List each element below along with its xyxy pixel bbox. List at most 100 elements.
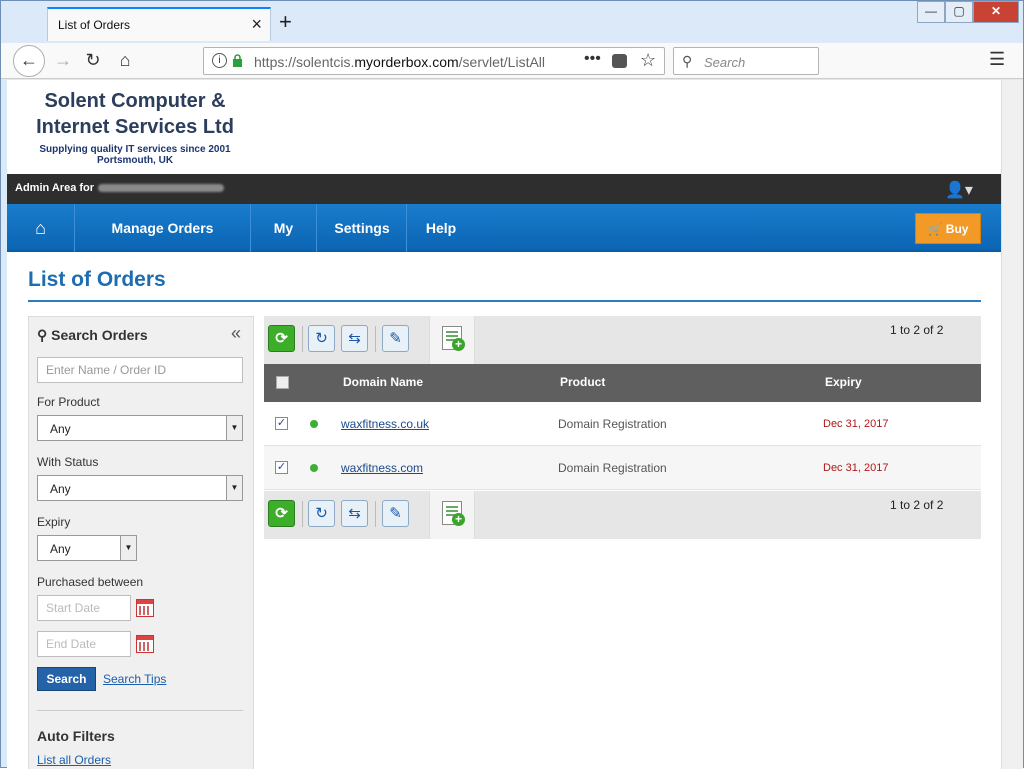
sidebar-divider [37,710,243,711]
edit-list-icon[interactable]: ✎ [382,500,409,527]
nav-manage-orders[interactable]: Manage Orders [75,204,251,252]
page-scrollbar[interactable] [1001,80,1023,769]
status-label: With Status [37,455,99,469]
address-bar[interactable]: i https://solentcis.myorderbox.com/servl… [203,47,665,75]
brand-tagline: Supplying quality IT services since 2001 [39,144,231,155]
status-active-icon [310,420,318,428]
refresh-icon[interactable]: ⟳ [268,500,295,527]
auto-filters-heading: Auto Filters [37,728,115,744]
expiry-cell: Dec 31, 2017 [823,462,889,474]
browser-toolbar: ← → ↻ ⌂ i https://solentcis.myorderbox.c… [1,43,1023,79]
calendar-icon[interactable] [136,599,154,617]
home-icon[interactable]: ⌂ [111,47,139,75]
search-icon: ⚲ [682,53,693,69]
edit-list-icon[interactable]: ✎ [382,325,409,352]
product-cell: Domain Registration [558,417,667,431]
site-info-icon[interactable]: i [212,53,227,68]
tab-strip: List of Orders × + — ▢ ✕ [1,1,1023,43]
brand-name-line2: Internet Services Ltd [36,116,234,138]
new-tab-icon[interactable]: + [279,9,292,35]
toolbar-separator [302,326,303,352]
pagination-info: 1 to 2 of 2 [890,323,944,337]
toolbar-separator [302,501,303,527]
minimize-button[interactable]: — [917,1,945,23]
header-product[interactable]: Product [560,375,605,389]
title-divider [28,300,981,302]
nav-help[interactable]: Help [408,204,474,252]
row-checkbox[interactable]: ✓ [275,461,288,474]
select-all-checkbox[interactable] [276,376,289,389]
status-select[interactable]: Any ▼ [37,475,243,501]
pagination-info: 1 to 2 of 2 [890,498,944,512]
nav-my-billing[interactable]: My Billing [251,204,317,284]
page-content: Solent Computer & Internet Services Ltd … [7,80,1001,769]
row-checkbox[interactable]: ✓ [275,417,288,430]
expiry-select[interactable]: Any ▼ [37,535,137,561]
browser-search-placeholder: Search [704,55,746,70]
forward-arrow-icon[interactable]: → [49,47,77,75]
window-close-button[interactable]: ✕ [973,1,1019,23]
chevron-down-icon: ▼ [120,536,136,560]
maximize-button[interactable]: ▢ [945,1,973,23]
header-domain-name[interactable]: Domain Name [343,375,423,389]
search-orders-heading: ⚲ Search Orders [37,327,148,343]
renew-icon[interactable]: ↻ [308,500,335,527]
status-active-icon [310,464,318,472]
admin-area-label: Admin Area for [15,182,225,194]
renew-icon[interactable]: ↻ [308,325,335,352]
admin-bar: Admin Area for 👤▾ [7,174,1001,204]
list-all-orders-link[interactable]: List all Orders [37,753,111,767]
page-title: List of Orders [28,268,166,291]
transfer-icon[interactable]: ⇆ [341,500,368,527]
expiry-label: Expiry [37,515,71,529]
calendar-icon[interactable] [136,635,154,653]
chevron-down-icon: ▼ [226,416,242,440]
collapse-icon[interactable]: « [231,323,241,344]
browser-window: List of Orders × + — ▢ ✕ ← → ↻ ⌂ i https… [0,0,1024,769]
expiry-cell: Dec 31, 2017 [823,418,889,430]
name-order-id-input[interactable]: Enter Name / Order ID [37,357,243,383]
pocket-icon[interactable] [612,54,627,68]
brand-name-line1: Solent Computer & [44,90,226,112]
toolbar-separator [375,501,376,527]
nav-home-icon[interactable]: ⌂ [7,204,75,252]
page-actions-icon[interactable]: ••• [584,50,601,68]
table-row: ✓ waxfitness.co.uk Domain Registration D… [264,402,981,446]
purchased-between-label: Purchased between [37,575,144,589]
product-label: For Product [37,395,100,409]
table-header: Domain Name Product Expiry [264,364,981,402]
search-button[interactable]: Search [37,667,96,691]
user-menu-icon[interactable]: 👤▾ [945,180,973,200]
browser-search-box[interactable]: ⚲ Search [673,47,819,75]
url-text: https://solentcis.myorderbox.com/servlet… [254,54,546,70]
start-date-input[interactable]: Start Date [37,595,131,621]
refresh-icon[interactable]: ⟳ [268,325,295,352]
product-select[interactable]: Any ▼ [37,415,243,441]
chevron-down-icon: ▼ [226,476,242,500]
domain-link[interactable]: waxfitness.com [341,461,423,475]
nav-settings[interactable]: Settings [318,204,407,252]
transfer-icon[interactable]: ⇆ [341,325,368,352]
add-order-icon[interactable]: + [429,316,475,364]
product-cell: Domain Registration [558,461,667,475]
search-tips-link[interactable]: Search Tips [103,672,166,686]
brand-logo: Solent Computer & Internet Services Ltd … [21,88,249,166]
orders-toolbar-bottom: ⟳ ↻ ⇆ ✎ + 1 to 2 of 2 [264,491,981,539]
hamburger-menu-icon[interactable]: ☰ [989,49,1005,70]
domain-link[interactable]: waxfitness.co.uk [341,417,429,431]
lock-icon [233,54,242,67]
header-expiry[interactable]: Expiry [825,375,862,389]
tab-close-icon[interactable]: × [251,14,262,35]
buy-button[interactable]: 🛒 Buy [915,213,981,244]
orders-toolbar-top: ⟳ ↻ ⇆ ✎ + 1 to 2 of 2 [264,316,981,364]
back-arrow-icon[interactable]: ← [13,45,45,77]
table-row: ✓ waxfitness.com Domain Registration Dec… [264,446,981,490]
add-order-icon[interactable]: + [429,491,475,539]
end-date-input[interactable]: End Date [37,631,131,657]
reload-icon[interactable]: ↻ [79,47,107,75]
toolbar-separator [375,326,376,352]
tab-list-of-orders[interactable]: List of Orders × [47,7,271,41]
bookmark-star-icon[interactable]: ☆ [640,50,656,71]
search-orders-panel: ⚲ Search Orders « Enter Name / Order ID … [28,316,254,769]
main-navigation: ⌂ Manage Orders My Billing Settings Help… [7,204,1001,284]
